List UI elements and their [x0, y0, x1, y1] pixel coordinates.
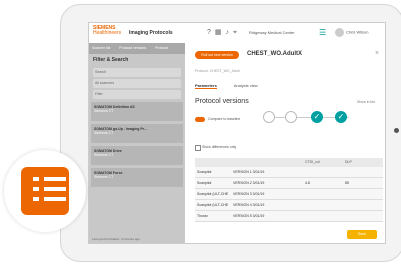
- tab-protocol-versions[interactable]: Protocol versions: [119, 46, 146, 50]
- save-button[interactable]: Save: [347, 230, 377, 239]
- sync-status: Last synchronization: 3 minutes ago: [92, 237, 140, 241]
- cell-name: Scanpilot: [197, 170, 212, 174]
- col-ctdi: CTDI_vol: [305, 160, 320, 164]
- list-icon-bullet: [33, 187, 39, 191]
- col-dlp: DLP: [345, 160, 352, 164]
- list-icon-bullet: [33, 177, 39, 181]
- logo-subtext: Healthineers: [93, 30, 122, 36]
- list-item[interactable]: SOMATOM Definition AS Siemens CT: [91, 102, 183, 121]
- help-icon[interactable]: ?: [207, 29, 211, 36]
- cell-dlp: 85: [345, 181, 349, 185]
- scanner-select[interactable]: All scanners: [93, 79, 181, 88]
- logo: SIEMENS Healthineers: [93, 26, 121, 36]
- bell-icon[interactable]: ♪: [226, 29, 230, 36]
- cell-name: Thorax: [197, 214, 208, 218]
- cell-version: VERSION 2 3/01/19: [233, 181, 265, 185]
- user-name: Chris Wilson: [346, 29, 369, 35]
- calendar-icon[interactable]: ▦: [215, 29, 222, 36]
- tablet-camera: [394, 128, 399, 133]
- location-label[interactable]: Ridgeway Medical Center: [249, 30, 295, 35]
- version-stepper: ✓ ✓: [263, 109, 349, 125]
- table-row[interactable]: Thorax VERSION 5 3/01/19: [195, 211, 383, 222]
- left-panel: Scanner list Protocol versions Protocol …: [89, 43, 185, 243]
- compare-toggle[interactable]: [195, 117, 205, 122]
- tab-parameters[interactable]: Parameters: [195, 83, 217, 89]
- versions-table: CTDI_vol DLP Scanpilot VERSION 1 3/01/19 …: [195, 158, 383, 222]
- step-3-check-icon[interactable]: ✓: [311, 111, 323, 123]
- detail-panel: Roll out new version CHEST_WO.AdultX × P…: [185, 43, 385, 243]
- close-icon[interactable]: ×: [375, 50, 379, 57]
- list-item[interactable]: SOMATOM Force Siemens CT: [91, 168, 183, 187]
- differences-checkbox[interactable]: [195, 145, 201, 151]
- user-menu[interactable]: Chris Wilson: [335, 28, 368, 37]
- location-icon[interactable]: ⌖: [233, 29, 237, 36]
- avatar: [335, 28, 344, 37]
- cell-name: Scanpilot: [197, 181, 212, 185]
- cell-ctdi: 4.8: [305, 181, 310, 185]
- step-2[interactable]: [285, 111, 297, 123]
- protocol-subtitle: Protocol: CHEST_WO_Adult: [195, 69, 240, 73]
- section-title: Protocol versions: [195, 98, 249, 105]
- filter-title: Filter & Search: [93, 57, 129, 63]
- table-header: CTDI_vol DLP: [195, 158, 383, 167]
- protocol-name: CHEST_WO.AdultX: [247, 51, 302, 57]
- list-item[interactable]: SOMATOM go.Up - Imaging Pr... Siemens CT: [91, 124, 183, 143]
- toggle-label: Compare to baseline: [208, 117, 241, 121]
- list-item-sub: Siemens CT: [94, 153, 114, 157]
- list-item-sub: Siemens CT: [94, 175, 114, 179]
- tab-scanner-list[interactable]: Scanner list: [92, 46, 110, 50]
- table-row[interactable]: Scanpilot VERSION 2 3/01/19 4.8 85: [195, 178, 383, 189]
- left-tabs: Scanner list Protocol versions Protocol: [89, 43, 185, 54]
- app-screen: SIEMENS Healthineers Imaging Protocols ?…: [88, 22, 386, 244]
- list-item-sub: Siemens CT: [94, 131, 114, 135]
- checkbox-label: Show differences only: [202, 145, 237, 149]
- list-icon-line: [44, 187, 66, 191]
- section-link[interactable]: Show in list: [357, 100, 375, 104]
- list-item-sub: Siemens CT: [94, 109, 114, 113]
- filter-select[interactable]: Filter: [93, 90, 181, 99]
- step-1[interactable]: [263, 111, 275, 123]
- toolbar-icons: ? ▦ ♪ ⌖: [207, 28, 241, 37]
- tab-protocol[interactable]: Protocol: [155, 46, 168, 50]
- top-bar: SIEMENS Healthineers Imaging Protocols ?…: [89, 23, 385, 44]
- list-icon-line: [44, 177, 66, 181]
- cell-name: Scanpilot (ULT-CHE: [197, 192, 229, 196]
- list-item[interactable]: SOMATOM Drive Siemens CT: [91, 146, 183, 165]
- tab-analysis[interactable]: Analysis view: [234, 83, 258, 88]
- rollout-button[interactable]: Roll out new version: [195, 51, 239, 59]
- app-title: Imaging Protocols: [129, 30, 173, 36]
- cell-version: VERSION 4 3/01/19: [233, 203, 265, 207]
- table-row[interactable]: Scanpilot VERSION 1 3/01/19: [195, 167, 383, 178]
- list-icon-bullet: [33, 197, 39, 201]
- menu-icon[interactable]: ☰: [319, 28, 326, 37]
- search-input[interactable]: Search: [93, 68, 181, 77]
- table-row[interactable]: Scanpilot (ULT-CHE VERSION 4 3/01/19: [195, 200, 383, 211]
- list-icon-line: [44, 197, 66, 201]
- table-row[interactable]: Scanpilot (ULT-CHE VERSION 3 3/01/19: [195, 189, 383, 200]
- protocol-list-icon: [4, 150, 86, 232]
- step-4-check-icon[interactable]: ✓: [335, 111, 347, 123]
- cell-name: Scanpilot (ULT-CHE: [197, 203, 229, 207]
- detail-tabs: Parameters Analysis view: [195, 83, 274, 89]
- cell-version: VERSION 1 3/01/19: [233, 170, 265, 174]
- cell-version: VERSION 5 3/01/19: [233, 214, 265, 218]
- list-icon: [21, 167, 69, 215]
- cell-version: VERSION 3 3/01/19: [233, 192, 265, 196]
